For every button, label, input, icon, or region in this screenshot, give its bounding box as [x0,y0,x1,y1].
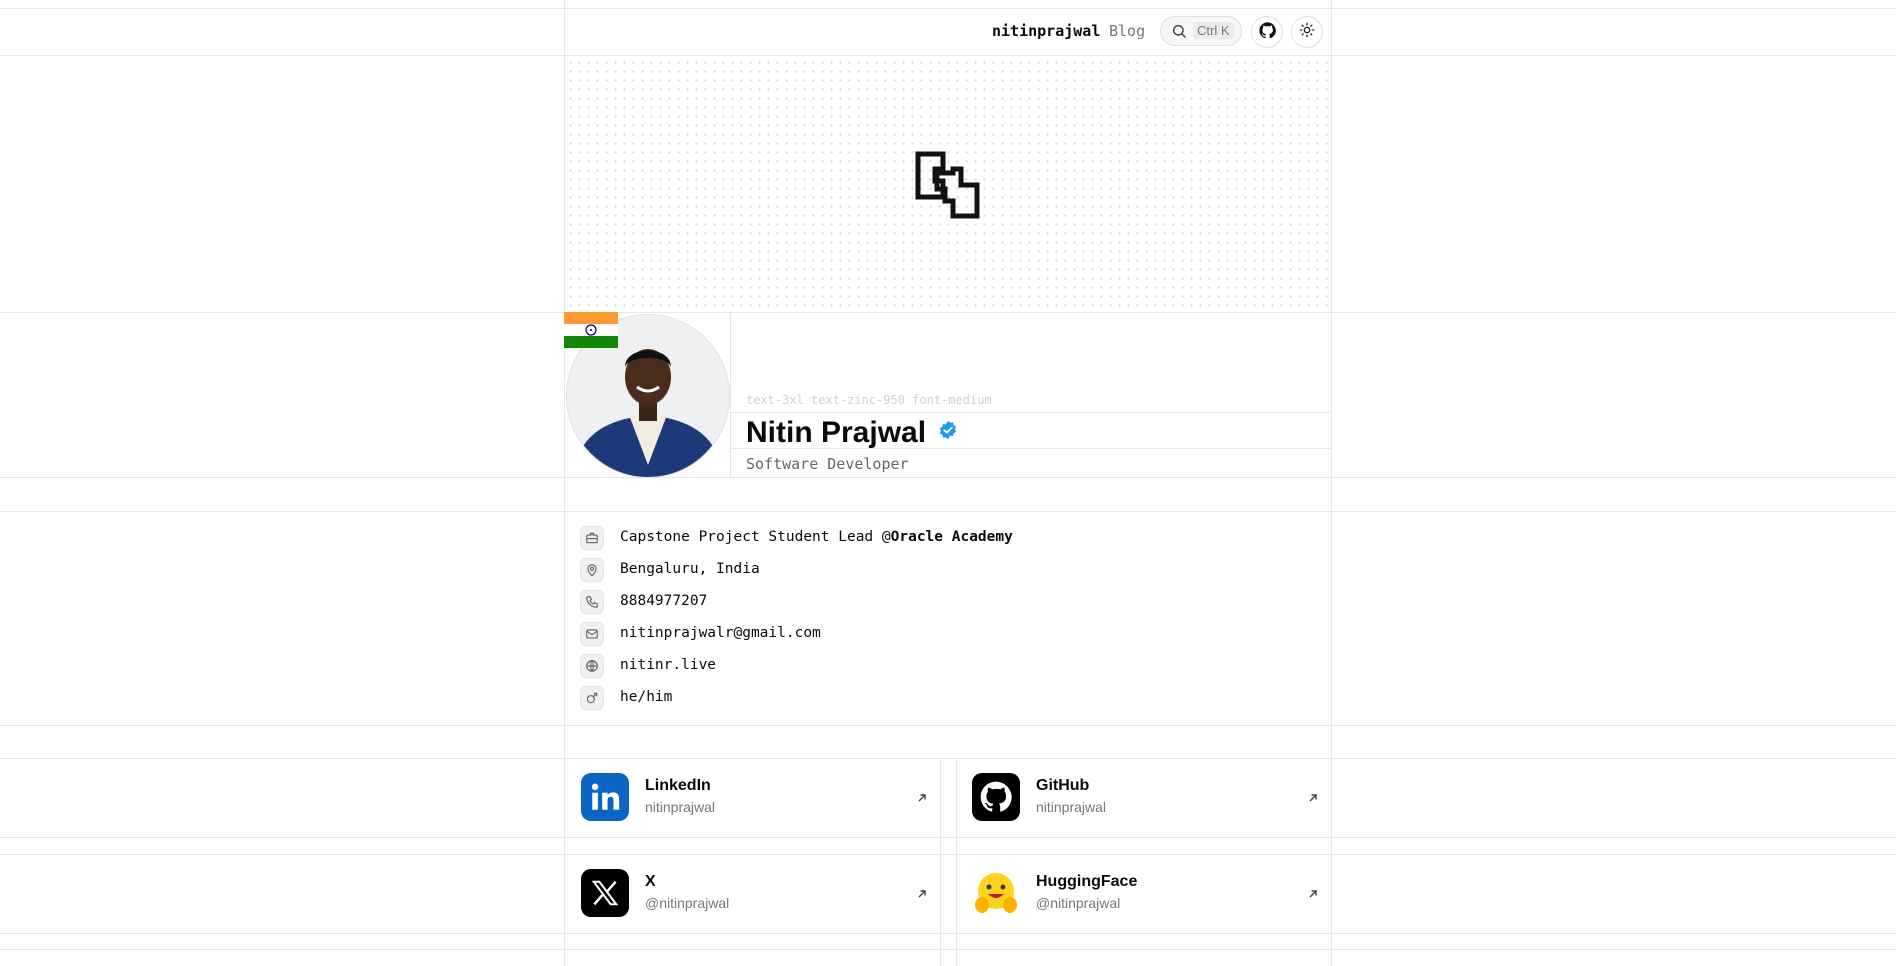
divider [0,725,1896,726]
profile-name-text: Nitin Prajwal [746,416,927,449]
info-pronouns-text: he/him [620,689,673,705]
search-button[interactable]: Ctrl K [1160,16,1242,46]
github-icon [1258,21,1276,43]
divider [0,758,1896,759]
social-name: HuggingFace [1036,873,1138,890]
sun-icon [1299,22,1315,42]
social-card-huggingface[interactable]: HuggingFace @nitinprajwal [956,855,1331,931]
divider [0,854,1896,855]
globe-icon [580,654,604,678]
social-name: GitHub [1036,777,1090,794]
info-phone-link[interactable]: 8884977207 [620,593,707,609]
external-link-icon [1307,789,1319,808]
social-handle: nitinprajwal [645,799,716,815]
male-icon [580,686,604,710]
profile-role: Software Developer [746,455,909,473]
divider [0,949,1896,950]
linkedin-icon [581,773,629,821]
external-link-icon [916,885,928,904]
social-card-x[interactable]: X @nitinprajwal [565,855,940,931]
social-handle: @nitinprajwal [1036,895,1121,911]
social-card-linkedin[interactable]: LinkedIn nitinprajwal [565,759,940,835]
search-shortcut: Ctrl K [1193,22,1234,39]
briefcase-icon [580,526,604,550]
divider [0,312,1896,313]
nav-blog-link[interactable]: Blog [1109,22,1145,40]
phone-icon [580,590,604,614]
nav-username-link[interactable]: nitinprajwal [992,22,1100,40]
site-logo-icon [915,151,981,223]
mail-icon [580,622,604,646]
social-card-github[interactable]: GitHub nitinprajwal [956,759,1331,835]
info-email-link[interactable]: nitinprajwalr@gmail.com [620,625,821,641]
divider [0,511,1896,512]
divider [0,837,1896,838]
external-link-icon [916,789,928,808]
oracle-academy-link[interactable]: Oracle Academy [891,529,1013,545]
india-flag-icon [564,312,618,348]
github-button[interactable] [1251,16,1283,48]
info-location-text: Bengaluru, India [620,561,760,577]
divider [730,312,731,477]
theme-toggle-button[interactable] [1291,16,1323,48]
huggingface-icon [972,869,1020,917]
verified-badge-icon [938,414,958,448]
divider [940,758,941,966]
class-hint-text: text-3xl text-zinc-950 font-medium [746,393,992,407]
search-icon [1171,23,1187,43]
info-website-link[interactable]: nitinr.live [620,657,716,673]
social-name: X [645,873,656,890]
map-pin-icon [580,558,604,582]
divider [1331,0,1332,966]
divider [0,933,1896,934]
external-link-icon [1307,885,1319,904]
divider [730,412,1331,413]
divider [0,477,1896,478]
github-icon [972,773,1020,821]
social-name: LinkedIn [645,777,711,794]
hero-banner [564,56,1331,312]
social-handle: @nitinprajwal [645,895,730,911]
x-icon [581,869,629,917]
social-handle: nitinprajwal [1036,799,1107,815]
divider [0,8,1896,9]
profile-name: Nitin Prajwal [746,414,958,450]
info-work-text: Capstone Project Student Lead @Oracle Ac… [620,529,1013,545]
